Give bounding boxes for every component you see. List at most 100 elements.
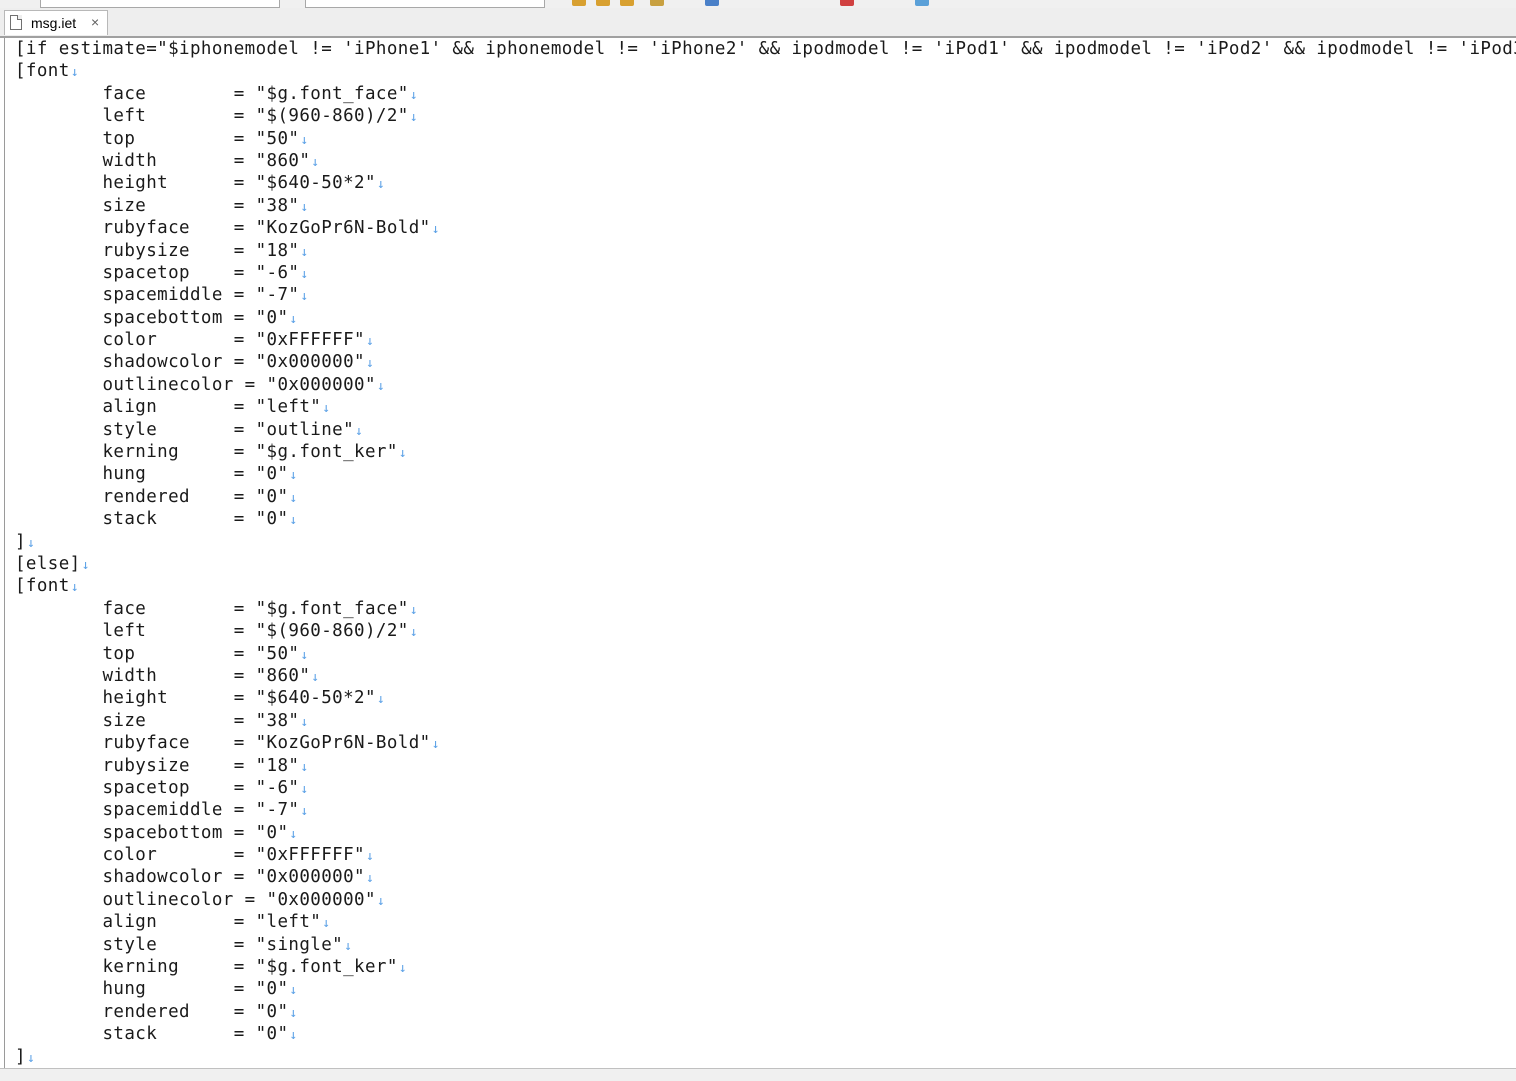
line-end-marker-icon: ↓ [289, 311, 298, 327]
code-line[interactable]: spacemiddle = "-7"↓ [15, 799, 1516, 821]
code-line[interactable]: shadowcolor = "0x000000"↓ [15, 866, 1516, 888]
toolbar-icon[interactable] [840, 0, 854, 6]
toolbar-icon[interactable] [650, 0, 664, 6]
code-line[interactable]: top = "50"↓ [15, 128, 1516, 150]
code-line[interactable]: shadowcolor = "0x000000"↓ [15, 351, 1516, 373]
code-line[interactable]: rendered = "0"↓ [15, 486, 1516, 508]
code-line-text: height = "$640-50*2" [15, 173, 376, 194]
line-end-marker-icon: ↓ [289, 513, 298, 529]
code-line[interactable]: left = "$(960-860)/2"↓ [15, 620, 1516, 642]
tab-bar: msg.iet × [0, 8, 1516, 38]
code-line-text: width = "860" [15, 665, 311, 686]
code-line[interactable]: [if estimate="$iphonemodel != 'iPhone1' … [15, 38, 1516, 60]
code-line[interactable]: size = "38"↓ [15, 195, 1516, 217]
code-line[interactable]: stack = "0"↓ [15, 1023, 1516, 1045]
code-line[interactable]: rubysize = "18"↓ [15, 755, 1516, 777]
code-line[interactable]: align = "left"↓ [15, 911, 1516, 933]
line-end-marker-icon: ↓ [70, 580, 79, 596]
code-line-text: spacetop = "-6" [15, 777, 300, 798]
status-bar [0, 1068, 1516, 1081]
code-line[interactable]: color = "0xFFFFFF"↓ [15, 844, 1516, 866]
line-end-marker-icon: ↓ [300, 759, 309, 775]
code-line[interactable]: hung = "0"↓ [15, 978, 1516, 1000]
line-end-marker-icon: ↓ [300, 132, 309, 148]
code-line-text: ] [15, 531, 26, 552]
line-end-marker-icon: ↓ [81, 557, 90, 573]
code-line[interactable]: width = "860"↓ [15, 665, 1516, 687]
code-lines: [if estimate="$iphonemodel != 'iPhone1' … [15, 38, 1516, 1068]
line-end-marker-icon: ↓ [365, 871, 375, 887]
code-line[interactable]: hung = "0"↓ [15, 463, 1516, 485]
code-line[interactable]: style = "single"↓ [15, 934, 1516, 956]
code-line-text: spacemiddle = "-7" [15, 285, 300, 306]
toolbar-icon[interactable] [915, 0, 929, 6]
line-end-marker-icon: ↓ [300, 199, 309, 215]
code-line-text: height = "$640-50*2" [15, 688, 376, 709]
toolbar-icon[interactable] [596, 0, 610, 6]
code-line[interactable]: align = "left"↓ [15, 396, 1516, 418]
code-line[interactable]: face = "$g.font_face"↓ [15, 598, 1516, 620]
code-line[interactable]: rubyface = "KozGoPr6N-Bold"↓ [15, 217, 1516, 239]
code-line[interactable]: height = "$640-50*2"↓ [15, 172, 1516, 194]
code-line-text: rendered = "0" [15, 486, 289, 507]
line-end-marker-icon: ↓ [26, 535, 36, 551]
code-line[interactable]: spacebottom = "0"↓ [15, 307, 1516, 329]
code-line[interactable]: face = "$g.font_face"↓ [15, 83, 1516, 105]
code-editor[interactable]: [if estimate="$iphonemodel != 'iPhone1' … [0, 38, 1516, 1068]
line-end-marker-icon: ↓ [431, 737, 440, 753]
code-line[interactable]: ]↓ [15, 1046, 1516, 1068]
code-line-text: stack = "0" [15, 1024, 289, 1045]
line-end-marker-icon: ↓ [409, 110, 418, 126]
code-line[interactable]: kerning = "$g.font_ker"↓ [15, 956, 1516, 978]
code-line[interactable]: outlinecolor = "0x000000"↓ [15, 889, 1516, 911]
line-end-marker-icon: ↓ [409, 87, 418, 103]
code-line[interactable]: spacebottom = "0"↓ [15, 822, 1516, 844]
code-line[interactable]: stack = "0"↓ [15, 508, 1516, 530]
code-line[interactable]: rubyface = "KozGoPr6N-Bold"↓ [15, 732, 1516, 754]
code-line-text: [if estimate="$iphonemodel != 'iPhone1' … [15, 39, 1516, 59]
line-end-marker-icon: ↓ [431, 222, 440, 238]
code-line[interactable]: color = "0xFFFFFF"↓ [15, 329, 1516, 351]
code-line-text: style = "single" [15, 934, 344, 955]
file-tab-label: msg.iet [31, 15, 77, 31]
code-line[interactable]: rubysize = "18"↓ [15, 240, 1516, 262]
code-line-text: face = "$g.font_face" [15, 83, 409, 104]
toolbar-icon[interactable] [705, 0, 719, 6]
code-line[interactable]: ]↓ [15, 531, 1516, 553]
code-line-text: spacebottom = "0" [15, 307, 289, 328]
code-line-text: rubysize = "18" [15, 240, 300, 261]
code-line[interactable]: spacetop = "-6"↓ [15, 777, 1516, 799]
code-line-text: width = "860" [15, 150, 311, 171]
file-tab[interactable]: msg.iet × [4, 10, 108, 35]
code-line-text: hung = "0" [15, 979, 289, 1000]
toolbar-icon[interactable] [572, 0, 586, 6]
line-end-marker-icon: ↓ [300, 647, 309, 663]
code-line[interactable]: [else]↓ [15, 553, 1516, 575]
line-end-marker-icon: ↓ [398, 446, 407, 462]
close-icon[interactable]: × [91, 14, 99, 30]
code-line[interactable]: [font↓ [15, 575, 1516, 597]
code-line-text: left = "$(960-860)/2" [15, 621, 409, 642]
line-end-marker-icon: ↓ [322, 916, 331, 932]
code-line-text: rubyface = "KozGoPr6N-Bold" [15, 733, 431, 754]
toolbar-search-box[interactable] [305, 0, 545, 8]
code-line-text: kerning = "$g.font_ker" [15, 957, 398, 978]
code-line[interactable]: [font↓ [15, 60, 1516, 82]
code-line[interactable]: size = "38"↓ [15, 710, 1516, 732]
code-line-text: align = "left" [15, 397, 322, 418]
code-line[interactable]: height = "$640-50*2"↓ [15, 687, 1516, 709]
code-line-text: spacetop = "-6" [15, 262, 300, 283]
code-line[interactable]: style = "outline"↓ [15, 419, 1516, 441]
code-line[interactable]: outlinecolor = "0x000000"↓ [15, 374, 1516, 396]
code-line[interactable]: left = "$(960-860)/2"↓ [15, 105, 1516, 127]
code-line-text: shadowcolor = "0x000000" [15, 867, 365, 888]
code-line[interactable]: top = "50"↓ [15, 643, 1516, 665]
code-line[interactable]: spacemiddle = "-7"↓ [15, 284, 1516, 306]
line-end-marker-icon: ↓ [289, 826, 298, 842]
code-line[interactable]: kerning = "$g.font_ker"↓ [15, 441, 1516, 463]
code-line[interactable]: rendered = "0"↓ [15, 1001, 1516, 1023]
code-line[interactable]: spacetop = "-6"↓ [15, 262, 1516, 284]
code-line[interactable]: width = "860"↓ [15, 150, 1516, 172]
toolbar-combo-box[interactable] [40, 0, 280, 8]
toolbar-icon[interactable] [620, 0, 634, 6]
